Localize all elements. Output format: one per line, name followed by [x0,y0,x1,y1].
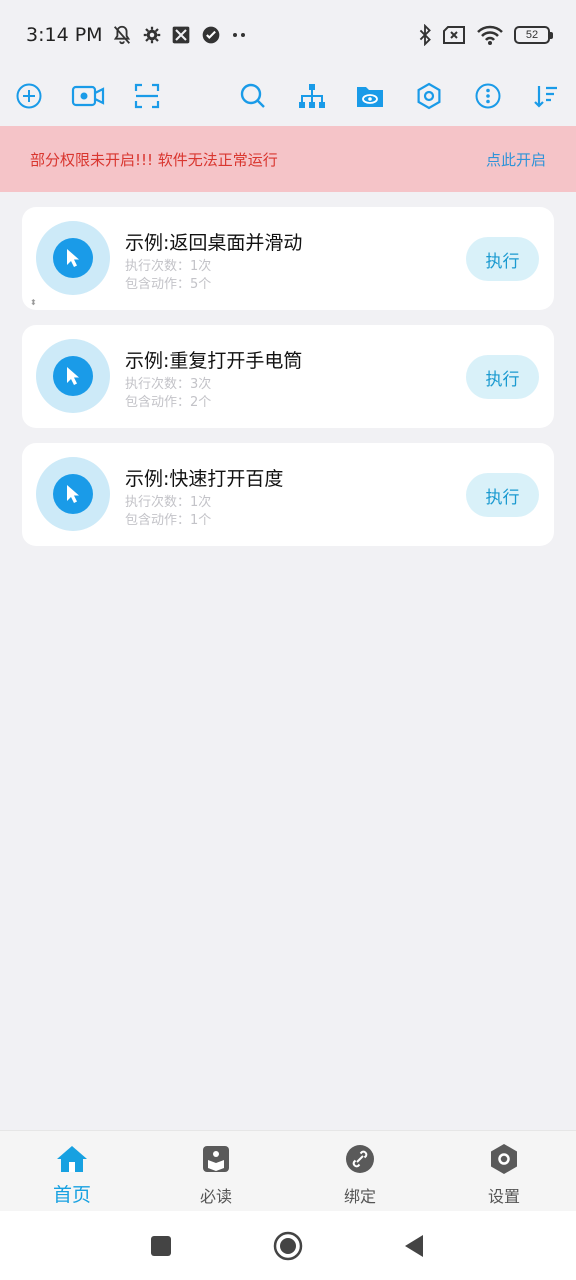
check-circle-icon [201,25,221,45]
script-avatar [36,339,110,413]
warning-text: 部分权限未开启!!! 软件无法正常运行 [30,150,278,169]
scan-icon[interactable] [125,74,169,118]
script-run-count: 执行次数：3次 [125,377,212,392]
settings-hexagon-icon [488,1143,520,1175]
script-action-count: 包含动作：5个 [125,277,212,292]
status-right-icons: 52 [418,24,553,46]
video-camera-icon[interactable] [66,74,110,118]
nav-item-home[interactable]: 首页 [0,1131,144,1211]
search-icon[interactable] [231,74,275,118]
nav-label-home: 首页 [52,1184,91,1206]
nav-label-settings: 设置 [487,1187,520,1206]
script-card[interactable]: 示例:快速打开百度 执行次数：1次 包含动作：1个 执行 [22,443,554,546]
script-avatar [36,457,110,531]
wifi-icon [476,24,504,46]
run-button[interactable]: 执行 [466,355,539,399]
more-vertical-icon[interactable] [466,74,510,118]
home-icon [56,1143,88,1175]
script-title: 示例:重复打开手电筒 [125,350,303,372]
status-left-icons [111,24,247,46]
link-icon [344,1143,376,1175]
nav-item-read[interactable]: 必读 [144,1131,288,1211]
script-title: 示例:快速打开百度 [125,468,284,490]
permission-warning-banner: 部分权限未开启!!! 软件无法正常运行 点此开启 [0,126,576,192]
status-bar: 3:14 PM 52 [0,0,576,70]
run-button[interactable]: 执行 [466,473,539,517]
script-run-count: 执行次数：1次 [125,495,212,510]
cursor-icon [67,249,79,267]
recent-apps-icon[interactable] [143,1228,179,1264]
system-nav [0,1211,576,1280]
add-circle-icon[interactable] [7,74,51,118]
nav-label-bind: 绑定 [343,1187,376,1206]
drag-indicator: ⬍ [30,298,37,307]
folder-eye-icon[interactable] [348,74,392,118]
no-sim-icon [442,25,466,45]
mute-icon [111,24,133,46]
enable-permission-link[interactable]: 点此开启 [486,149,546,170]
script-avatar [36,221,110,295]
cursor-icon [67,367,79,385]
script-action-count: 包含动作：1个 [125,513,212,528]
hierarchy-icon[interactable] [290,74,334,118]
nav-item-bind[interactable]: 绑定 [288,1131,432,1211]
hexagon-settings-icon[interactable] [407,74,451,118]
bluetooth-icon [418,24,432,46]
home-circle-icon[interactable] [270,1228,306,1264]
toolbar [0,70,576,126]
nav-label-read: 必读 [199,1187,232,1206]
gear-icon [143,26,161,44]
script-title: 示例:返回桌面并滑动 [125,232,303,254]
sort-icon[interactable] [524,74,568,118]
status-time: 3:14 PM [26,24,103,46]
cursor-icon [67,485,79,503]
battery-indicator: 52 [514,26,553,44]
nav-item-settings[interactable]: 设置 [432,1131,576,1211]
more-dots-icon [231,31,247,39]
book-icon [200,1143,232,1175]
script-card[interactable]: 示例:重复打开手电筒 执行次数：3次 包含动作：2个 执行 [22,325,554,428]
run-button[interactable]: 执行 [466,237,539,281]
script-action-count: 包含动作：2个 [125,395,212,410]
script-run-count: 执行次数：1次 [125,259,212,274]
back-icon[interactable] [396,1228,432,1264]
script-list: 示例:返回桌面并滑动 执行次数：1次 包含动作：5个 执行 ⬍ 示例:重复打开手… [22,207,554,561]
bottom-nav: 首页 必读 绑定 设置 [0,1130,576,1211]
script-card[interactable]: 示例:返回桌面并滑动 执行次数：1次 包含动作：5个 执行 ⬍ [22,207,554,310]
app-icon [171,25,191,45]
